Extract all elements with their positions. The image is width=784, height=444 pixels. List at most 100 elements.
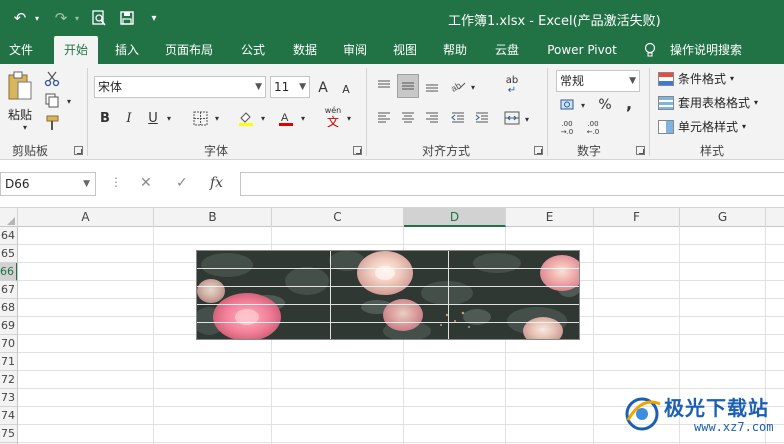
- row-header[interactable]: 67: [0, 281, 17, 299]
- number-format-select[interactable]: 常规 ▼: [556, 70, 640, 92]
- row-header[interactable]: 74: [0, 407, 17, 425]
- merge-center-icon[interactable]: [502, 108, 522, 128]
- align-bottom-icon[interactable]: [422, 76, 442, 96]
- alignment-launcher-icon[interactable]: [534, 146, 543, 155]
- format-painter-icon[interactable]: [42, 114, 62, 132]
- inserted-picture[interactable]: [196, 250, 580, 340]
- column-header-b[interactable]: B: [154, 208, 272, 227]
- tab-formulas[interactable]: 公式: [232, 36, 274, 64]
- align-top-icon[interactable]: [374, 76, 394, 96]
- fill-color-dropdown-icon[interactable]: ▾: [258, 110, 268, 126]
- row-header[interactable]: 68: [0, 299, 17, 317]
- tab-power-pivot[interactable]: Power Pivot: [538, 36, 626, 64]
- tab-file[interactable]: 文件: [0, 36, 42, 64]
- lightbulb-icon[interactable]: [640, 36, 660, 64]
- copy-dropdown-icon[interactable]: ▾: [64, 96, 74, 106]
- tab-insert[interactable]: 插入: [106, 36, 148, 64]
- clipboard-launcher-icon[interactable]: [74, 146, 83, 155]
- underline-button[interactable]: U: [144, 108, 162, 128]
- row-header[interactable]: 70: [0, 335, 17, 353]
- redo-dropdown-icon[interactable]: ▾: [72, 6, 82, 30]
- enter-icon[interactable]: ✓: [176, 175, 188, 191]
- font-color-icon[interactable]: A: [276, 108, 296, 128]
- increase-decimal-label: .00 →.0: [560, 120, 574, 136]
- formula-input[interactable]: [240, 172, 784, 196]
- cut-icon[interactable]: [42, 70, 62, 88]
- tab-home[interactable]: 开始: [54, 36, 98, 64]
- tab-view[interactable]: 视图: [384, 36, 426, 64]
- undo-dropdown-icon[interactable]: ▾: [32, 6, 42, 30]
- column-header-d[interactable]: D: [404, 208, 506, 227]
- column-header-c[interactable]: C: [272, 208, 404, 227]
- accounting-format-icon[interactable]: [558, 96, 578, 114]
- accounting-dropdown-icon[interactable]: ▾: [578, 98, 588, 112]
- align-middle-icon[interactable]: [397, 74, 419, 98]
- save-icon[interactable]: [116, 6, 138, 30]
- number-launcher-icon[interactable]: [636, 146, 645, 155]
- undo-icon[interactable]: ↶: [8, 6, 32, 30]
- select-all-button[interactable]: [0, 208, 18, 227]
- decrease-indent-icon[interactable]: [448, 108, 468, 128]
- row-header[interactable]: 65: [0, 245, 17, 263]
- conditional-formatting-button[interactable]: 条件格式 ▾: [658, 70, 734, 87]
- column-header-f[interactable]: F: [594, 208, 680, 227]
- row-header-selected[interactable]: 66: [0, 263, 17, 281]
- wrap-text-button[interactable]: ab ↵: [500, 74, 524, 98]
- insert-function-icon[interactable]: fx: [210, 175, 223, 191]
- formula-bar-grip-icon[interactable]: ⋮: [110, 175, 122, 189]
- tell-me-search[interactable]: 操作说明搜索: [664, 36, 748, 64]
- conditional-formatting-icon: [658, 71, 674, 86]
- align-right-icon[interactable]: [422, 108, 442, 128]
- decrease-decimal-button[interactable]: .00 ←.0: [582, 118, 604, 138]
- phonetic-dropdown-icon[interactable]: ▾: [344, 110, 354, 126]
- print-preview-icon[interactable]: [88, 6, 110, 30]
- italic-button[interactable]: I: [120, 108, 138, 128]
- orientation-dropdown-icon[interactable]: ▾: [468, 80, 478, 94]
- customize-toolbar-icon[interactable]: ▾: [146, 6, 162, 30]
- tab-cloud[interactable]: 云盘: [486, 36, 528, 64]
- increase-indent-icon[interactable]: [472, 108, 492, 128]
- orientation-icon[interactable]: ab: [448, 76, 468, 96]
- name-box[interactable]: D66 ▼: [0, 172, 96, 196]
- merge-dropdown-icon[interactable]: ▾: [522, 112, 532, 126]
- cancel-icon[interactable]: ✕: [140, 175, 152, 191]
- align-center-icon[interactable]: [398, 108, 418, 128]
- row-header[interactable]: 72: [0, 371, 17, 389]
- redo-icon[interactable]: ↷: [50, 6, 72, 30]
- column-header-e[interactable]: E: [506, 208, 594, 227]
- borders-icon[interactable]: [190, 108, 210, 128]
- fill-color-icon[interactable]: [236, 108, 256, 128]
- copy-icon[interactable]: [42, 92, 62, 110]
- row-header[interactable]: 69: [0, 317, 17, 335]
- tab-data[interactable]: 数据: [284, 36, 326, 64]
- font-size-select[interactable]: 11 ▼: [270, 76, 310, 98]
- row-header[interactable]: 73: [0, 389, 17, 407]
- font-name-select[interactable]: 宋体 ▼: [94, 76, 266, 98]
- column-header-a[interactable]: A: [18, 208, 154, 227]
- row-header[interactable]: 71: [0, 353, 17, 371]
- column-header-partial[interactable]: [766, 208, 784, 227]
- borders-dropdown-icon[interactable]: ▾: [212, 110, 222, 126]
- column-header-g[interactable]: G: [680, 208, 766, 227]
- format-as-table-button[interactable]: 套用表格格式 ▾: [658, 94, 758, 111]
- font-launcher-icon[interactable]: [353, 146, 362, 155]
- align-left-icon[interactable]: [374, 108, 394, 128]
- bold-button[interactable]: B: [96, 108, 114, 128]
- increase-decimal-button[interactable]: .00 →.0: [556, 118, 578, 138]
- grow-font-button[interactable]: A: [314, 78, 332, 98]
- comma-style-button[interactable]: ,: [622, 94, 636, 113]
- percent-style-button[interactable]: %: [596, 96, 614, 114]
- cell-styles-button[interactable]: 单元格样式 ▾: [658, 118, 746, 135]
- font-color-dropdown-icon[interactable]: ▾: [298, 110, 308, 126]
- paste-button[interactable]: 粘贴: [8, 106, 32, 123]
- shrink-font-button[interactable]: A: [338, 80, 354, 98]
- phonetic-guide-button[interactable]: wén 文: [322, 106, 344, 130]
- row-header[interactable]: 64: [0, 227, 17, 245]
- tab-page-layout[interactable]: 页面布局: [158, 36, 220, 64]
- paste-dropdown-icon[interactable]: ▾: [20, 122, 30, 132]
- row-header[interactable]: 75: [0, 425, 17, 443]
- paste-icon[interactable]: [6, 70, 34, 104]
- tab-review[interactable]: 审阅: [334, 36, 376, 64]
- tab-help[interactable]: 帮助: [434, 36, 476, 64]
- underline-dropdown-icon[interactable]: ▾: [164, 110, 174, 126]
